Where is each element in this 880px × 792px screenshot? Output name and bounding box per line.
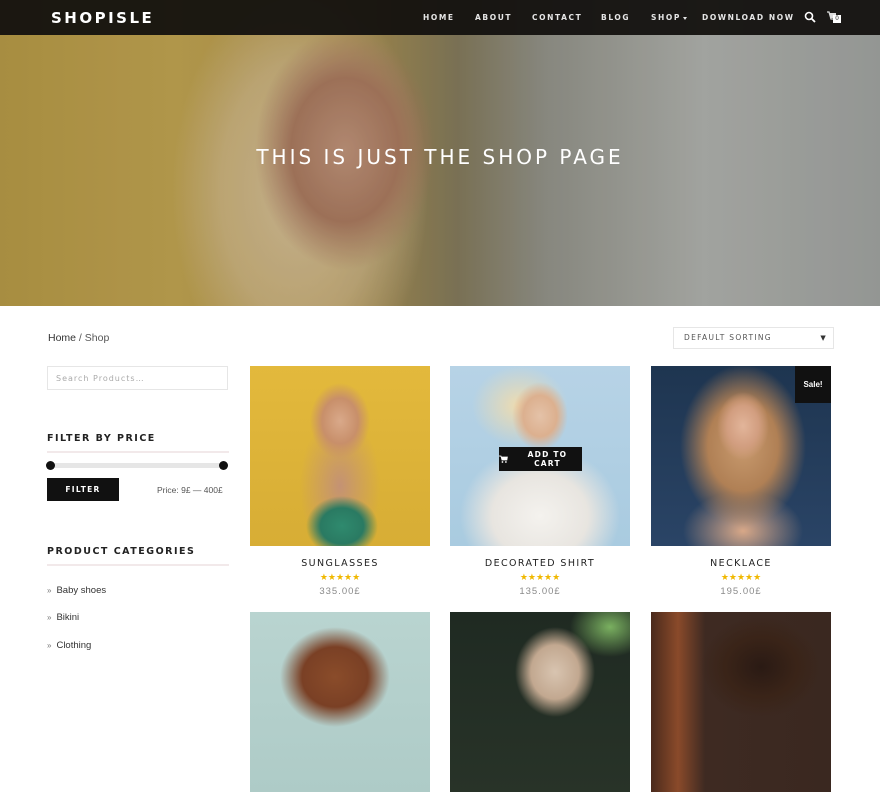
product-name[interactable]: DECORATED SHIRT — [450, 558, 630, 569]
category-bikini[interactable]: » Bikini — [47, 612, 79, 623]
product-name[interactable]: SUNGLASSES — [250, 558, 430, 569]
cart-count-badge: 0 — [833, 15, 841, 23]
raquo-icon: » — [47, 613, 52, 622]
cart-icon — [499, 455, 508, 463]
hero-banner: THIS IS JUST THE SHOP PAGE — [0, 0, 880, 306]
nav-blog[interactable]: BLOG — [601, 13, 630, 22]
product-image-sunglasses[interactable] — [250, 366, 430, 546]
filter-by-price-title: FILTER BY PRICE — [47, 433, 156, 444]
breadcrumb-separator: / — [76, 332, 85, 344]
sale-badge: Sale! — [795, 366, 831, 403]
nav-shop[interactable]: SHOP — [651, 13, 687, 22]
price-slider-track[interactable] — [50, 463, 225, 468]
star-rating: ★★★★★ — [519, 572, 561, 582]
nav-home[interactable]: HOME — [423, 13, 455, 22]
nav-download-now[interactable]: DOWNLOAD NOW — [702, 13, 795, 22]
price-range-label: Price: 9£ — 400£ — [157, 485, 223, 495]
raquo-icon: » — [47, 586, 52, 595]
category-baby-shoes[interactable]: » Baby shoes — [47, 585, 106, 596]
raquo-icon: » — [47, 641, 52, 650]
product-name[interactable]: NECKLACE — [651, 558, 831, 569]
add-to-cart-label: ADD TO CART — [527, 450, 568, 468]
category-label: Bikini — [56, 612, 80, 623]
nav-shop-label: SHOP — [651, 13, 681, 22]
category-clothing[interactable]: » Clothing — [47, 640, 91, 651]
site-logo[interactable]: SHOPISLE — [51, 9, 154, 27]
top-navbar: SHOPISLE HOME ABOUT CONTACT BLOG SHOP DO… — [0, 0, 880, 35]
product-price: 335.00£ — [319, 586, 361, 597]
widget-divider — [47, 564, 229, 566]
dropdown-arrow-icon: ▼ — [820, 334, 827, 342]
caret-down-icon — [682, 16, 687, 20]
breadcrumb: Home / Shop — [48, 332, 109, 344]
add-to-cart-button[interactable]: ADD TO CART — [499, 447, 582, 471]
breadcrumb-current: Shop — [84, 332, 110, 344]
star-rating: ★★★★★ — [720, 572, 762, 582]
breadcrumb-home[interactable]: Home — [48, 332, 76, 344]
star-rating: ★★★★★ — [319, 572, 361, 582]
product-image[interactable] — [651, 612, 831, 792]
widget-divider — [47, 451, 229, 453]
nav-contact[interactable]: CONTACT — [532, 13, 582, 22]
product-categories-title: PRODUCT CATEGORIES — [47, 546, 196, 557]
search-products-input[interactable] — [47, 366, 228, 390]
product-image[interactable] — [250, 612, 430, 792]
price-slider-max-handle[interactable] — [219, 461, 228, 470]
sorting-select[interactable]: DEFAULT SORTING ▼ — [673, 327, 834, 349]
hero-title: THIS IS JUST THE SHOP PAGE — [256, 145, 624, 169]
search-icon[interactable] — [804, 11, 816, 23]
product-price: 135.00£ — [519, 586, 561, 597]
nav-about[interactable]: ABOUT — [475, 13, 512, 22]
price-slider-min-handle[interactable] — [46, 461, 55, 470]
category-label: Baby shoes — [56, 585, 107, 596]
category-label: Clothing — [56, 640, 92, 651]
product-price: 195.00£ — [720, 586, 762, 597]
product-image[interactable] — [450, 612, 630, 792]
sorting-selected: DEFAULT SORTING — [684, 333, 772, 342]
filter-button[interactable]: FILTER — [47, 478, 119, 501]
